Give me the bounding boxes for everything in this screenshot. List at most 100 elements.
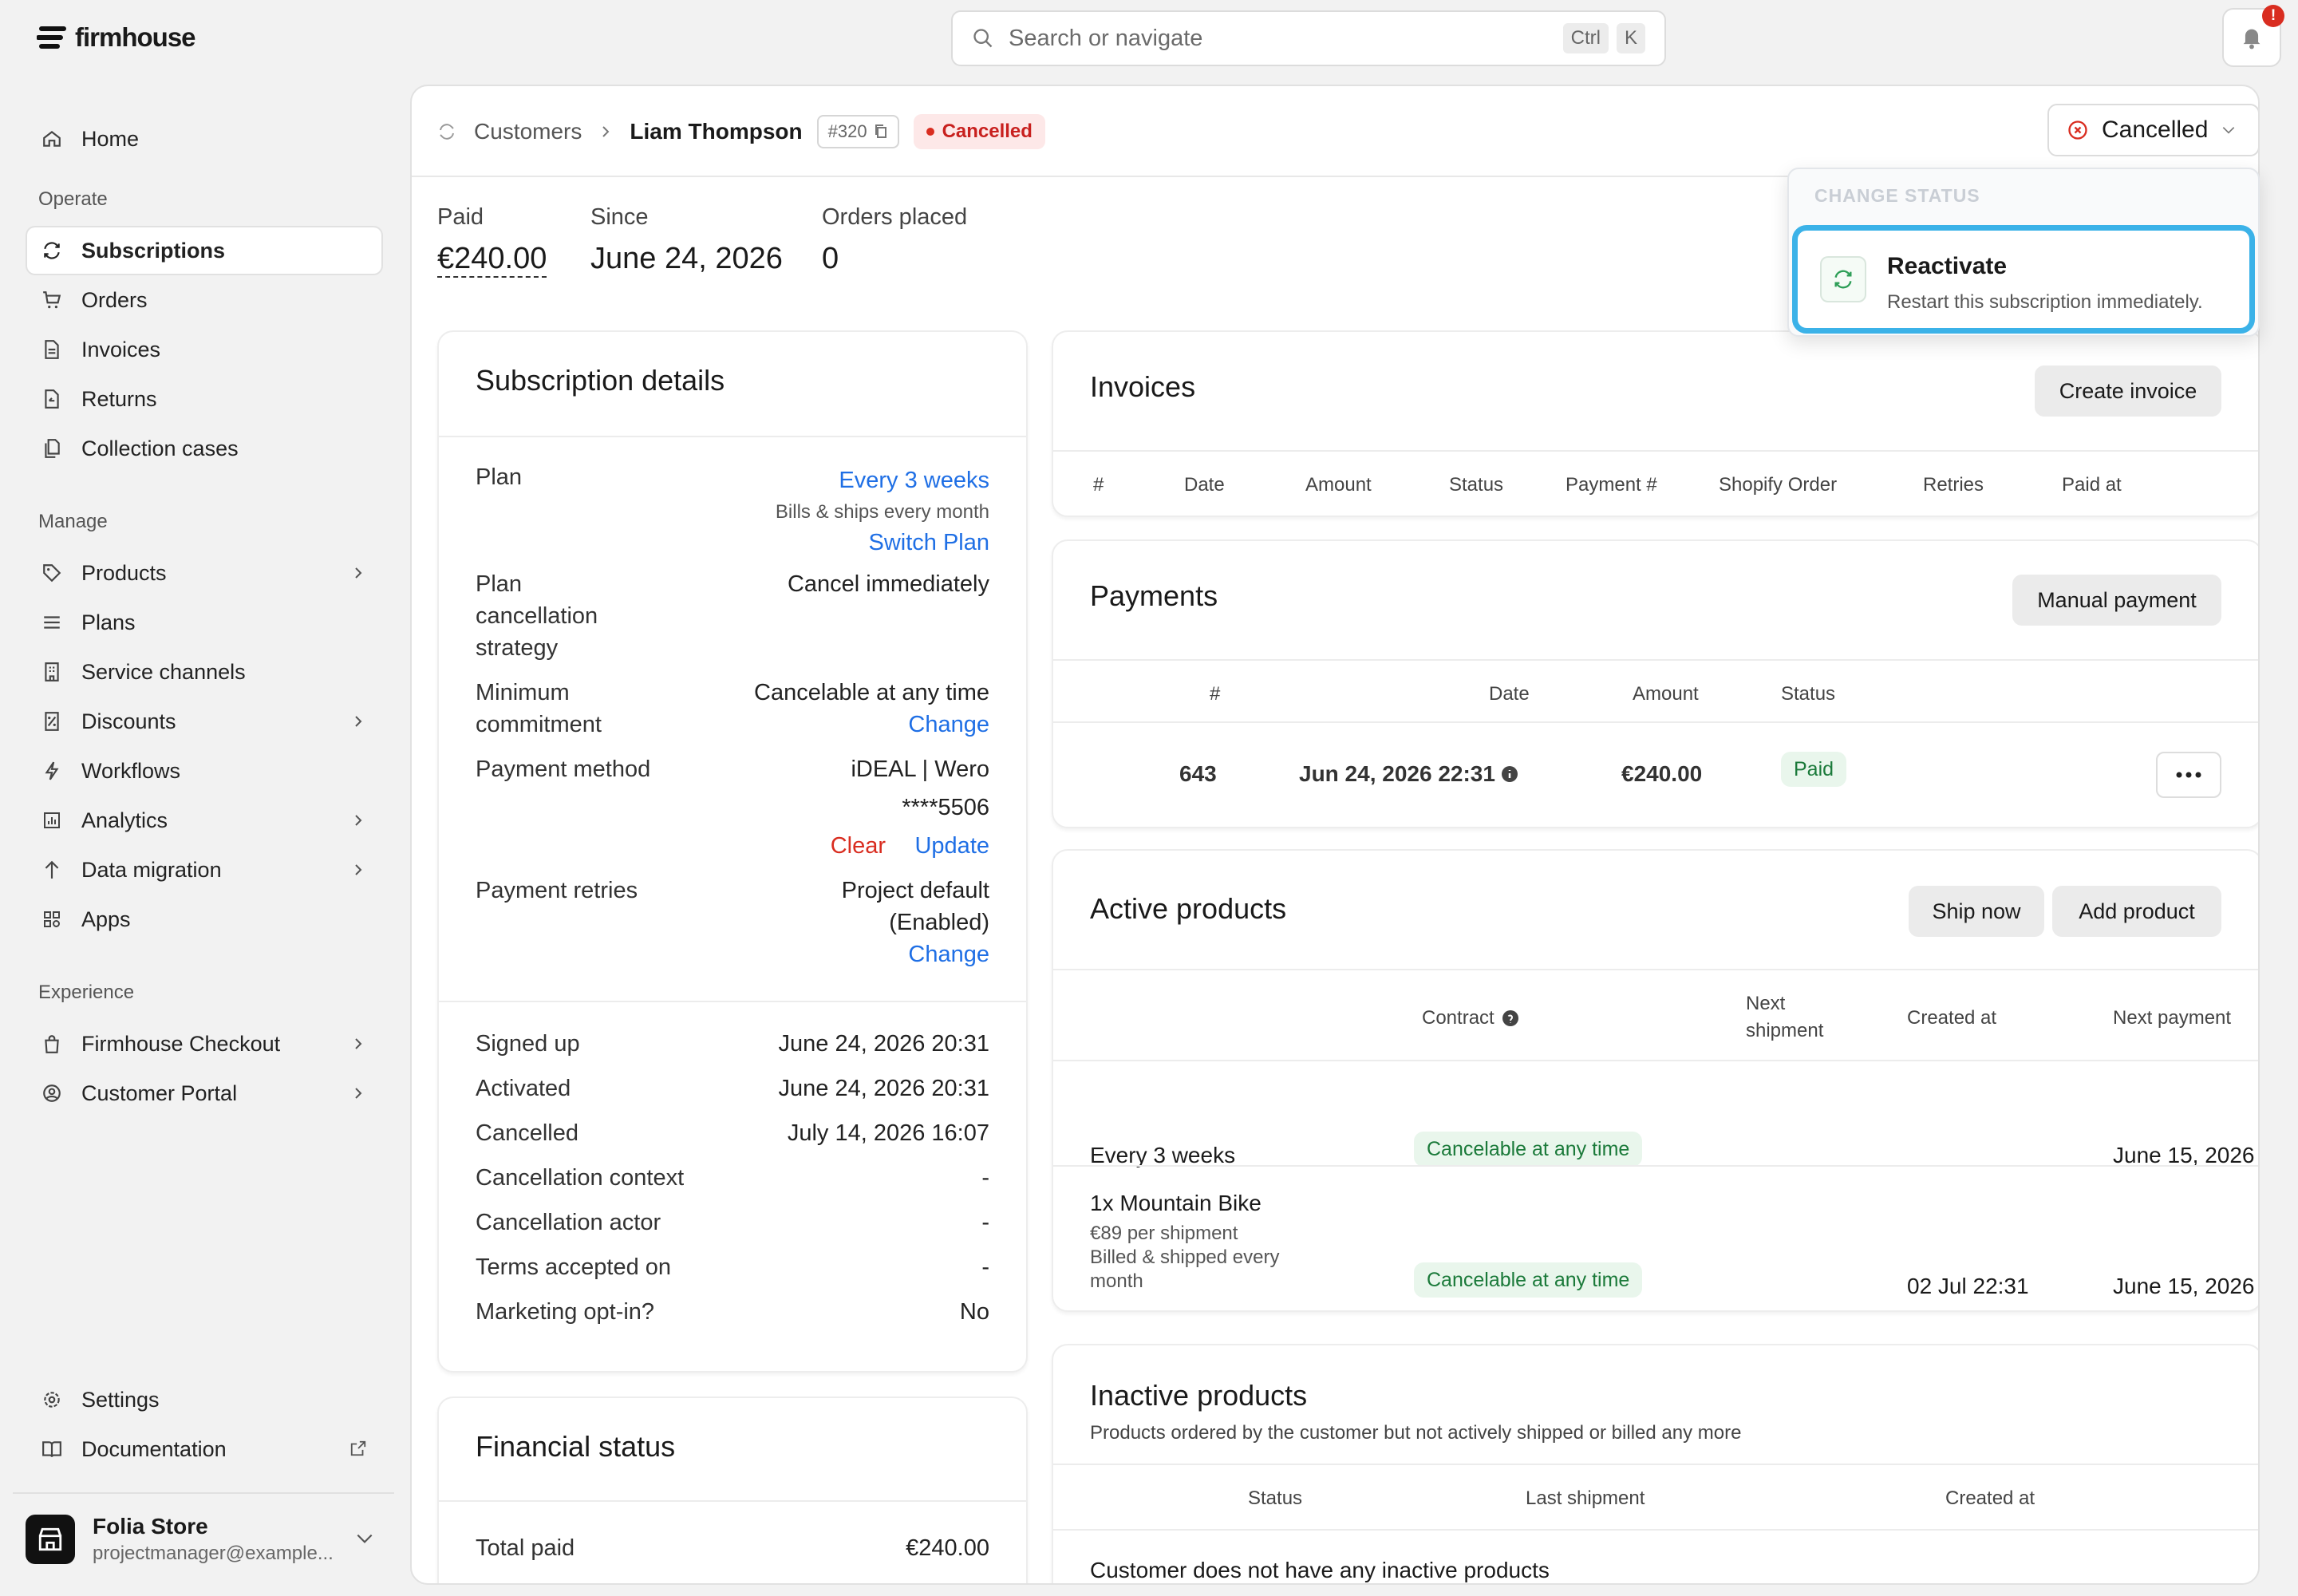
sidebar-item-label: Apps <box>81 907 131 931</box>
sidebar-item-label: Analytics <box>81 808 168 832</box>
sidebar-item-label: Invoices <box>81 337 161 361</box>
col-header: Last shipment <box>1526 1487 1645 1509</box>
payment-retries-value: Project default <box>841 878 989 903</box>
cancel-strategy-label-2: cancellation <box>476 603 598 629</box>
ship-now-button[interactable]: Ship now <box>1909 886 2044 937</box>
sidebar-item-orders[interactable]: Orders <box>27 277 381 323</box>
sidebar-item-workflows[interactable]: Workflows <box>27 748 381 794</box>
stat-label: Paid <box>437 204 484 230</box>
sidebar-item-customer-portal[interactable]: Customer Portal <box>27 1070 381 1116</box>
sidebar-item-label: Firmhouse Checkout <box>81 1031 281 1056</box>
created-at: 02 Jul 22:31 <box>1907 1274 2029 1298</box>
book-icon <box>40 1437 64 1461</box>
sidebar-item-home[interactable]: Home <box>27 116 381 162</box>
sidebar-item-products[interactable]: Products <box>27 550 381 596</box>
card-title: Inactive products <box>1090 1379 1308 1412</box>
marketing-optin-label: Marketing opt-in? <box>476 1299 655 1325</box>
chevron-right-icon <box>355 815 362 826</box>
store-avatar <box>26 1515 75 1564</box>
payments-card: Payments Manual payment # Date Amount St… <box>1052 539 2258 828</box>
stat-since: Since June 24, 2026 <box>590 204 783 276</box>
chevron-right-icon <box>355 1038 362 1049</box>
discount-icon <box>40 709 64 733</box>
stat-paid: Paid €240.00 <box>437 204 547 278</box>
inactive-products-card: Inactive products Products ordered by th… <box>1052 1344 2258 1583</box>
contract-badge: Cancelable at any time <box>1414 1262 1643 1298</box>
create-invoice-button[interactable]: Create invoice <box>2035 365 2221 417</box>
chevron-right-icon <box>355 864 362 875</box>
reactivate-option[interactable]: Reactivate Restart this subscription imm… <box>1792 225 2255 334</box>
ellipsis-icon <box>2176 772 2201 778</box>
sidebar-item-service-channels[interactable]: Service channels <box>27 649 381 695</box>
sidebar-item-invoices[interactable]: Invoices <box>27 326 381 373</box>
switch-plan-link[interactable]: Switch Plan <box>868 530 989 556</box>
building-icon <box>40 660 64 684</box>
sidebar-item-label: Discounts <box>81 709 176 733</box>
sidebar-item-discounts[interactable]: Discounts <box>27 698 381 745</box>
search-input[interactable]: Search or navigate Ctrl K <box>951 10 1666 66</box>
col-header: Payment # <box>1566 474 1657 496</box>
sidebar-item-collection-cases[interactable]: Collection cases <box>27 425 381 472</box>
refresh-icon <box>440 124 454 140</box>
payment-id[interactable]: 643 <box>1179 761 1217 787</box>
account-switcher[interactable]: Folia Store projectmanager@example... <box>13 1492 394 1585</box>
terms-accepted-value: - <box>981 1254 989 1280</box>
stat-value: June 24, 2026 <box>590 242 783 275</box>
payment-retries-change-link[interactable]: Change <box>908 942 989 968</box>
col-header: Next payment <box>2113 1007 2232 1029</box>
payment-method-label: Payment method <box>476 757 651 782</box>
add-product-button[interactable]: Add product <box>2052 886 2221 937</box>
cancellation-actor-value: - <box>981 1210 989 1235</box>
payment-date-cell: Jun 24, 2026 22:31 <box>1299 761 1519 787</box>
sidebar-item-subscriptions[interactable]: Subscriptions <box>27 227 381 274</box>
col-header: Amount <box>1633 683 1699 705</box>
sidebar-item-documentation[interactable]: Documentation <box>27 1426 381 1472</box>
sidebar-item-plans[interactable]: Plans <box>27 599 381 646</box>
sidebar-item-label: Customer Portal <box>81 1080 238 1105</box>
contract-label: Cancelable at any time <box>1414 1132 1643 1167</box>
document-icon <box>40 338 64 361</box>
bag-icon <box>40 1032 64 1056</box>
activated-value: June 24, 2026 20:31 <box>778 1076 989 1101</box>
status-dropdown-button[interactable]: Cancelled <box>2047 104 2258 156</box>
sidebar-item-firmhouse-checkout[interactable]: Firmhouse Checkout <box>27 1021 381 1067</box>
sidebar-item-data-migration[interactable]: Data migration <box>27 847 381 893</box>
sidebar-item-returns[interactable]: Returns <box>27 376 381 422</box>
clear-payment-link[interactable]: Clear <box>831 833 886 859</box>
col-header: Status <box>1248 1487 1303 1509</box>
product-name[interactable]: 1x Mountain Bike <box>1090 1191 1262 1216</box>
change-status-menu: CHANGE STATUS Reactivate Restart this su… <box>1787 168 2260 337</box>
more-actions-button[interactable] <box>2156 752 2221 798</box>
sidebar-item-label: Products <box>81 560 167 585</box>
empty-state: Customer does not have any inactive prod… <box>1090 1558 1550 1582</box>
stat-value[interactable]: €240.00 <box>437 242 547 278</box>
account-email: projectmanager@example... <box>93 1543 334 1564</box>
sidebar-item-settings[interactable]: Settings <box>27 1377 381 1423</box>
update-payment-link[interactable]: Update <box>914 833 989 859</box>
min-commitment-change-link[interactable]: Change <box>908 712 989 738</box>
card-title: Payments <box>1090 579 1218 612</box>
customer-id-copy[interactable]: #320 <box>816 115 899 148</box>
status-badge: Cancelled <box>913 114 1045 149</box>
card-title: Financial status <box>476 1430 676 1463</box>
copy-icon <box>875 124 886 138</box>
sidebar-item-apps[interactable]: Apps <box>27 896 381 942</box>
sidebar-item-analytics[interactable]: Analytics <box>27 797 381 843</box>
col-header: Paid at <box>2062 474 2122 496</box>
activated-label: Activated <box>476 1076 571 1101</box>
min-commitment-label-2: commitment <box>476 712 602 737</box>
sidebar-item-label: Returns <box>81 386 157 411</box>
manual-payment-button[interactable]: Manual payment <box>2012 575 2221 626</box>
sidebar-item-label: Collection cases <box>81 436 239 460</box>
terms-accepted-label: Terms accepted on <box>476 1254 672 1280</box>
divider <box>1053 721 2258 723</box>
breadcrumb-customers[interactable]: Customers <box>474 119 582 144</box>
info-icon[interactable] <box>1500 764 1519 784</box>
total-paid-value: €240.00 <box>906 1535 989 1561</box>
col-header: Status <box>1781 683 1836 705</box>
sidebar-item-label: Workflows <box>81 758 181 783</box>
status-badge-label: Cancelled <box>942 120 1033 142</box>
help-icon[interactable] <box>1501 1009 1520 1028</box>
notifications-button[interactable]: ! <box>2222 5 2284 67</box>
plan-value[interactable]: Every 3 weeks <box>839 468 989 494</box>
